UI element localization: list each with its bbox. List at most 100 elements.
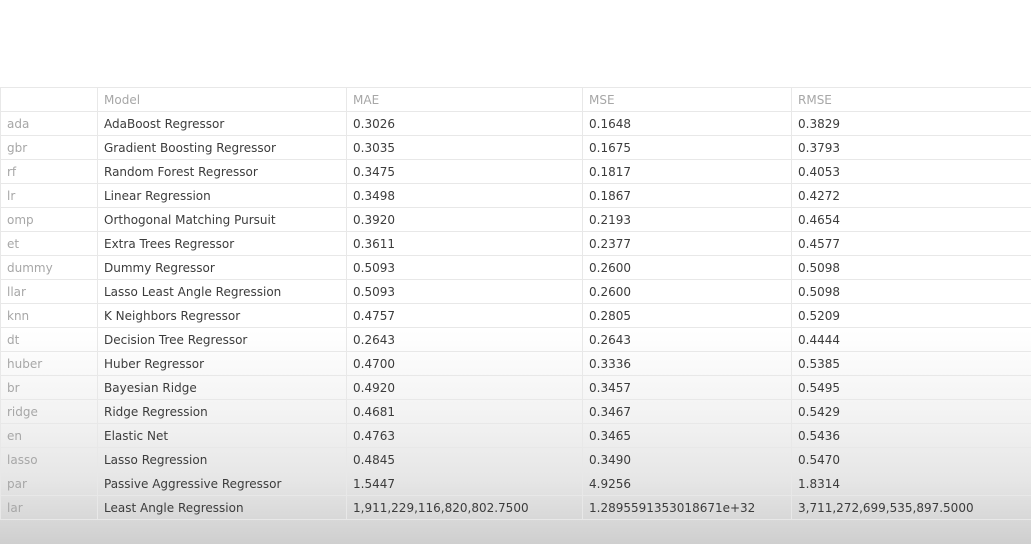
mae-cell: 0.4700: [346, 351, 583, 376]
mse-cell: 0.3336: [582, 351, 792, 376]
mae-cell: 0.3611: [346, 231, 583, 256]
model-name-cell: Lasso Least Angle Regression: [97, 279, 347, 304]
model-name-cell: Passive Aggressive Regressor: [97, 471, 347, 496]
row-index-cell: llar: [0, 279, 98, 304]
model-name-cell: Dummy Regressor: [97, 255, 347, 280]
mae-cell: 0.4681: [346, 399, 583, 424]
header-index: [0, 87, 98, 112]
header-row: Model MAE MSE RMSE: [0, 87, 1031, 112]
mae-cell: 0.3035: [346, 135, 583, 160]
table-row: lar Least Angle Regression 1,911,229,116,8…: [0, 495, 1031, 520]
row-index-cell: br: [0, 375, 98, 400]
table-row: omp Orthogonal Matching Pursuit 0.3920 0.21…: [0, 207, 1031, 232]
mse-cell: 0.2377: [582, 231, 792, 256]
model-name-cell: Lasso Regression: [97, 447, 347, 472]
model-name-cell: Ridge Regression: [97, 399, 347, 424]
header-model: Model: [97, 87, 347, 112]
model-name-cell: Orthogonal Matching Pursuit: [97, 207, 347, 232]
table-row: br Bayesian Ridge 0.4920 0.3457 0.5495: [0, 375, 1031, 400]
row-index-cell: rf: [0, 159, 98, 184]
table-row: lasso Lasso Regression 0.4845 0.3490 0.5470: [0, 447, 1031, 472]
table-row: dt Decision Tree Regressor 0.2643 0.2643 0.4…: [0, 327, 1031, 352]
rmse-cell: 0.3793: [791, 135, 1031, 160]
mse-cell: 0.3467: [582, 399, 792, 424]
mse-cell: 1.2895591353018671e+32: [582, 495, 792, 520]
table-row: lr Linear Regression 0.3498 0.1867 0.4272: [0, 183, 1031, 208]
rmse-cell: 0.5098: [791, 279, 1031, 304]
model-name-cell: Bayesian Ridge: [97, 375, 347, 400]
table-row: par Passive Aggressive Regressor 1.5447 4.9…: [0, 471, 1031, 496]
results-table-container: Model MAE MSE RMSE ada AdaBoost Regressor…: [0, 87, 1031, 520]
model-name-cell: Extra Trees Regressor: [97, 231, 347, 256]
rmse-cell: 0.5495: [791, 375, 1031, 400]
mae-cell: 0.4763: [346, 423, 583, 448]
model-name-cell: Gradient Boosting Regressor: [97, 135, 347, 160]
mae-cell: 1.5447: [346, 471, 583, 496]
mse-cell: 0.1817: [582, 159, 792, 184]
rmse-cell: 1.8314: [791, 471, 1031, 496]
model-name-cell: Elastic Net: [97, 423, 347, 448]
mae-cell: 0.3920: [346, 207, 583, 232]
rmse-cell: 0.4053: [791, 159, 1031, 184]
mse-cell: 0.2600: [582, 279, 792, 304]
mae-cell: 1,911,229,116,820,802.7500: [346, 495, 583, 520]
rmse-cell: 0.4444: [791, 327, 1031, 352]
model-name-cell: Decision Tree Regressor: [97, 327, 347, 352]
rmse-cell: 0.5098: [791, 255, 1031, 280]
mae-cell: 0.5093: [346, 255, 583, 280]
model-name-cell: Huber Regressor: [97, 351, 347, 376]
mse-cell: 0.1867: [582, 183, 792, 208]
row-index-cell: lr: [0, 183, 98, 208]
mse-cell: 0.3457: [582, 375, 792, 400]
row-index-cell: knn: [0, 303, 98, 328]
mse-cell: 0.3490: [582, 447, 792, 472]
table-row: huber Huber Regressor 0.4700 0.3336 0.5385: [0, 351, 1031, 376]
rmse-cell: 0.5385: [791, 351, 1031, 376]
table-body: ada AdaBoost Regressor 0.3026 0.1648 0.3829 g…: [0, 111, 1031, 520]
model-name-cell: Random Forest Regressor: [97, 159, 347, 184]
table-row: en Elastic Net 0.4763 0.3465 0.5436: [0, 423, 1031, 448]
rmse-cell: 0.5470: [791, 447, 1031, 472]
header-rmse: RMSE: [791, 87, 1031, 112]
row-index-cell: lasso: [0, 447, 98, 472]
mae-cell: 0.2643: [346, 327, 583, 352]
rmse-cell: 0.4654: [791, 207, 1031, 232]
model-comparison-table: Model MAE MSE RMSE ada AdaBoost Regressor…: [0, 87, 1031, 520]
mae-cell: 0.3026: [346, 111, 583, 136]
mae-cell: 0.5093: [346, 279, 583, 304]
mse-cell: 0.2193: [582, 207, 792, 232]
rmse-cell: 0.4577: [791, 231, 1031, 256]
rmse-cell: 3,711,272,699,535,897.5000: [791, 495, 1031, 520]
row-index-cell: et: [0, 231, 98, 256]
row-index-cell: dt: [0, 327, 98, 352]
row-index-cell: lar: [0, 495, 98, 520]
rmse-cell: 0.5429: [791, 399, 1031, 424]
table-row: gbr Gradient Boosting Regressor 0.3035 0.16…: [0, 135, 1031, 160]
table-row: dummy Dummy Regressor 0.5093 0.2600 0.5098: [0, 255, 1031, 280]
model-name-cell: Least Angle Regression: [97, 495, 347, 520]
rmse-cell: 0.5209: [791, 303, 1031, 328]
table-header: Model MAE MSE RMSE: [0, 87, 1031, 112]
rmse-cell: 0.5436: [791, 423, 1031, 448]
rmse-cell: 0.3829: [791, 111, 1031, 136]
table-row: ada AdaBoost Regressor 0.3026 0.1648 0.3829: [0, 111, 1031, 136]
mse-cell: 0.2600: [582, 255, 792, 280]
model-name-cell: Linear Regression: [97, 183, 347, 208]
mae-cell: 0.4845: [346, 447, 583, 472]
mae-cell: 0.3498: [346, 183, 583, 208]
row-index-cell: en: [0, 423, 98, 448]
table-row: rf Random Forest Regressor 0.3475 0.1817 0.4…: [0, 159, 1031, 184]
row-index-cell: gbr: [0, 135, 98, 160]
row-index-cell: ridge: [0, 399, 98, 424]
mse-cell: 0.1675: [582, 135, 792, 160]
table-row: ridge Ridge Regression 0.4681 0.3467 0.5429: [0, 399, 1031, 424]
table-row: llar Lasso Least Angle Regression 0.5093 0.…: [0, 279, 1031, 304]
mse-cell: 0.1648: [582, 111, 792, 136]
row-index-cell: dummy: [0, 255, 98, 280]
model-name-cell: K Neighbors Regressor: [97, 303, 347, 328]
row-index-cell: omp: [0, 207, 98, 232]
row-index-cell: huber: [0, 351, 98, 376]
mse-cell: 0.2805: [582, 303, 792, 328]
mae-cell: 0.4920: [346, 375, 583, 400]
mae-cell: 0.4757: [346, 303, 583, 328]
